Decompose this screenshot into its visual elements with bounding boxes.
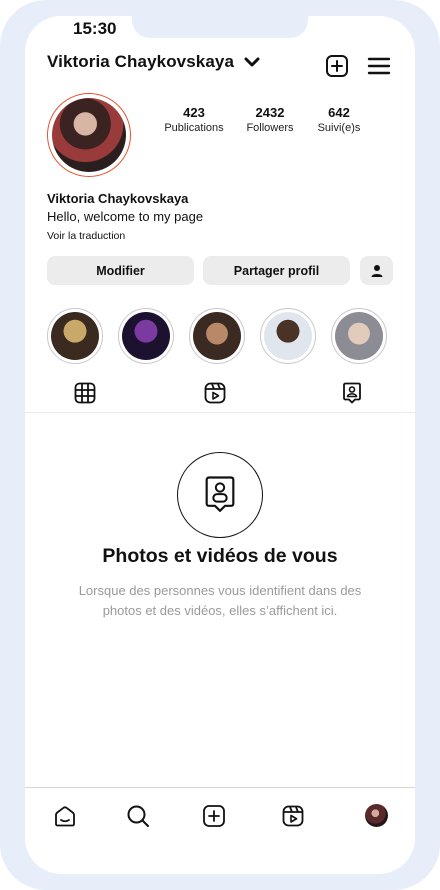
posts-label: Publications [164, 122, 224, 134]
search-icon [126, 804, 150, 828]
status-time: 15:30 [73, 19, 117, 38]
story-highlight[interactable] [331, 308, 387, 364]
menu-icon[interactable] [367, 54, 391, 78]
tagged-icon [200, 473, 240, 517]
highlight-4 [264, 312, 312, 360]
highlight-1 [51, 312, 99, 360]
tab-grid[interactable] [73, 381, 97, 405]
nav-profile-avatar[interactable] [365, 804, 388, 827]
highlight-2 [122, 312, 170, 360]
stat-following[interactable]: 642 Suivi(e)s [314, 105, 364, 134]
chevron-down-icon [242, 52, 262, 72]
following-label: Suivi(e)s [317, 122, 361, 134]
stat-posts[interactable]: 423 Publications [160, 105, 228, 134]
suggested-people-button[interactable] [360, 256, 393, 285]
nav-reels[interactable] [281, 804, 305, 828]
stat-followers[interactable]: 2432 Followers [240, 105, 300, 134]
nav-create[interactable] [202, 804, 226, 828]
story-highlight[interactable] [189, 308, 245, 364]
translate-link[interactable]: Voir la traduction [47, 230, 125, 242]
notch [132, 16, 308, 38]
home-icon [53, 804, 77, 828]
following-count: 642 [328, 105, 350, 120]
username: Viktoria Chaykovskaya [47, 52, 235, 71]
empty-state-title: Photos et vidéos de vous [102, 545, 338, 567]
highlight-3 [193, 312, 241, 360]
tagged-icon [340, 381, 364, 405]
tab-tagged[interactable] [340, 381, 364, 405]
profile-avatar[interactable] [47, 93, 131, 177]
edit-profile-button[interactable]: Modifier [47, 256, 194, 285]
tabs-divider [25, 412, 415, 413]
nav-home[interactable] [53, 804, 77, 828]
reels-icon [281, 804, 305, 828]
empty-state-icon [177, 452, 263, 538]
avatar [52, 98, 126, 172]
empty-state-description: Lorsque des personnes vous identifient d… [78, 583, 362, 618]
followers-label: Followers [246, 122, 294, 134]
nav-search[interactable] [126, 804, 150, 828]
story-highlight[interactable] [118, 308, 174, 364]
tab-reels[interactable] [203, 381, 227, 405]
account-switcher[interactable]: Viktoria Chaykovskaya [47, 52, 262, 72]
grid-icon [73, 381, 97, 405]
add-post-icon[interactable] [325, 54, 349, 78]
followers-count: 2432 [255, 105, 285, 120]
story-highlight[interactable] [47, 308, 103, 364]
display-name: Viktoria Chaykovskaya [47, 191, 189, 206]
bio-text: Hello, welcome to my page [47, 209, 204, 224]
story-highlight[interactable] [260, 308, 316, 364]
posts-count: 423 [183, 105, 205, 120]
bottom-nav-divider [25, 787, 415, 788]
top-bar: Viktoria Chaykovskaya [47, 52, 393, 80]
share-profile-button[interactable]: Partager profil [203, 256, 350, 285]
highlight-5 [335, 312, 383, 360]
add-post-icon [202, 804, 226, 828]
reels-icon [203, 381, 227, 405]
person-icon [369, 263, 385, 279]
